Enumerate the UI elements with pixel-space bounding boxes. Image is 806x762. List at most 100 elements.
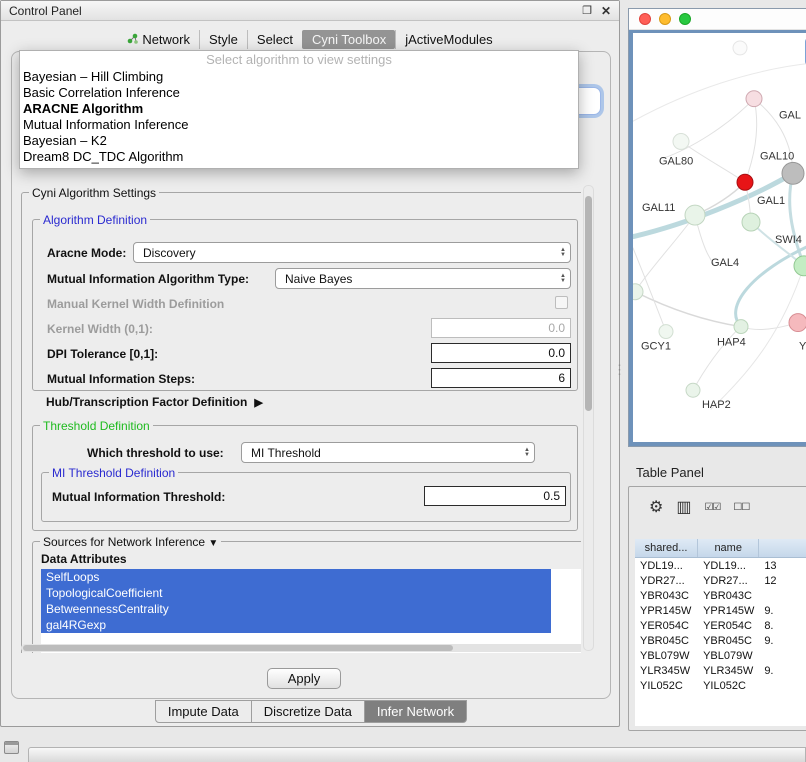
table-cell: YDL19...: [698, 560, 759, 572]
table-cell: 9.: [759, 605, 806, 617]
algorithm-option[interactable]: Basic Correlation Inference: [20, 85, 578, 101]
cyni-algorithm-settings-group: Cyni Algorithm Settings Algorithm Defini…: [21, 192, 581, 653]
attribute-item[interactable]: SelfLoops: [41, 569, 551, 585]
attribute-item[interactable]: gal4RGexp: [41, 617, 551, 633]
aracne-mode-label: Aracne Mode:: [47, 246, 126, 260]
network-edge[interactable]: [663, 99, 754, 159]
tab-label: Select: [257, 32, 293, 47]
threshold-definition-title: Threshold Definition: [40, 419, 153, 433]
bottom-tab-infer-network[interactable]: Infer Network: [365, 700, 467, 723]
network-node[interactable]: [685, 205, 705, 225]
table-row[interactable]: YBR043CYBR043C: [635, 588, 806, 603]
columns-icon[interactable]: ▥: [676, 500, 691, 516]
tab-label: Style: [209, 32, 238, 47]
mi-threshold-label: Mutual Information Threshold:: [52, 490, 225, 504]
table-row[interactable]: YDR27...YDR27...12: [635, 573, 806, 588]
network-node[interactable]: [782, 162, 804, 184]
table-row[interactable]: YER054CYER054C8.: [635, 618, 806, 633]
network-node[interactable]: [789, 314, 806, 332]
select-columns-icon[interactable]: ☑☑: [704, 500, 720, 516]
network-node[interactable]: [742, 213, 760, 231]
network-node-label: Y: [799, 340, 806, 352]
network-node[interactable]: [686, 383, 700, 397]
network-canvas[interactable]: GALGAL80GAL10GAL11GAL1SWI4GAL4GCY1HAP4YH…: [633, 33, 806, 442]
table-cell: YLR345W: [698, 665, 759, 677]
column-header[interactable]: [759, 539, 806, 557]
bottom-tab-discretize-data[interactable]: Discretize Data: [252, 700, 365, 723]
which-threshold-select[interactable]: MI Threshold ▲▼: [241, 442, 535, 463]
mi-steps-input[interactable]: 6: [431, 368, 571, 388]
grid-icon[interactable]: [4, 741, 19, 754]
algorithm-option[interactable]: Mutual Information Inference: [20, 117, 578, 133]
network-node-label: GCY1: [641, 340, 671, 352]
mi-threshold-input[interactable]: 0.5: [424, 486, 566, 506]
table-cell: YBL079W: [698, 650, 759, 662]
network-node[interactable]: [633, 284, 643, 300]
network-node-label: GAL1: [757, 195, 785, 207]
hub-section-toggle[interactable]: Hub/Transcription Factor Definition ▶: [46, 395, 263, 409]
network-node[interactable]: [659, 325, 673, 339]
kernel-width-input[interactable]: 0.0: [431, 318, 571, 338]
algorithm-option[interactable]: Dream8 DC_TDC Algorithm: [20, 149, 578, 165]
close-icon[interactable]: ✕: [601, 4, 611, 18]
control-panel-title: Control Panel: [9, 4, 82, 18]
settings-vertical-scrollbar[interactable]: [583, 185, 594, 651]
table-row[interactable]: YBR045CYBR045C9.: [635, 633, 806, 648]
node-table: shared...name YDL19...YDL19...13YDR27...…: [635, 539, 806, 726]
which-threshold-value: MI Threshold: [251, 446, 520, 460]
table-row[interactable]: YLR345WYLR345W9.: [635, 663, 806, 678]
bottom-tab-impute-data[interactable]: Impute Data: [155, 700, 252, 723]
algorithm-definition-group: Algorithm Definition Aracne Mode: Discov…: [32, 219, 578, 391]
network-edge[interactable]: [745, 99, 757, 183]
manual-kernel-checkbox[interactable]: [555, 296, 568, 309]
network-node-label: HAP2: [702, 399, 731, 411]
mi-type-select[interactable]: Naive Bayes ▲▼: [275, 268, 571, 289]
network-node[interactable]: [673, 134, 689, 150]
tab-network[interactable]: Network: [118, 30, 199, 49]
close-traffic-light-icon[interactable]: [639, 13, 651, 25]
tab-jactivemodules[interactable]: jActiveModules: [395, 30, 501, 49]
apply-button[interactable]: Apply: [267, 668, 341, 689]
network-node[interactable]: [746, 91, 762, 107]
network-node[interactable]: [733, 41, 747, 55]
hub-section-label: Hub/Transcription Factor Definition: [46, 395, 247, 409]
gear-icon[interactable]: ⚙: [649, 500, 663, 516]
network-node[interactable]: [734, 320, 748, 334]
aracne-mode-select[interactable]: Discovery ▲▼: [133, 242, 571, 263]
collapse-down-icon[interactable]: ▼: [208, 538, 218, 549]
table-cell: 9.: [759, 635, 806, 647]
dpi-tolerance-input[interactable]: 0.0: [431, 343, 571, 363]
network-frame-border: GALGAL80GAL10GAL11GAL1SWI4GAL4GCY1HAP4YH…: [629, 30, 806, 446]
tab-cyni-toolbox[interactable]: Cyni Toolbox: [302, 30, 395, 49]
tab-select[interactable]: Select: [247, 30, 302, 49]
control-panel-tabs: Network Style Select Cyni Toolbox jActiveMod…: [1, 30, 619, 49]
settings-horizontal-scrollbar[interactable]: [21, 644, 581, 652]
threshold-definition-group: Threshold Definition Which threshold to …: [32, 425, 578, 531]
table-row[interactable]: YPR145WYPR145W9.: [635, 603, 806, 618]
tab-style[interactable]: Style: [199, 30, 247, 49]
network-edge[interactable]: [635, 292, 741, 327]
column-header[interactable]: name: [698, 539, 759, 557]
tab-label: Cyni Toolbox: [312, 32, 386, 47]
table-row[interactable]: YBL079WYBL079W: [635, 648, 806, 663]
minimize-traffic-light-icon[interactable]: [659, 13, 671, 25]
network-node[interactable]: [737, 174, 753, 190]
control-panel-window: Control Panel ❐ ✕ Network Style Select Cyni…: [0, 0, 620, 727]
zoom-traffic-light-icon[interactable]: [679, 13, 691, 25]
table-cell: YBR045C: [635, 635, 698, 647]
table-row[interactable]: YDL19...YDL19...13: [635, 558, 806, 573]
mi-threshold-definition-group: MI Threshold Definition Mutual Informati…: [41, 472, 571, 522]
algorithm-option[interactable]: Bayesian – K2: [20, 133, 578, 149]
attribute-item[interactable]: TopologicalCoefficient: [41, 585, 551, 601]
table-row[interactable]: YIL052CYIL052C: [635, 678, 806, 693]
attribute-item[interactable]: BetweennessCentrality: [41, 601, 551, 617]
clear-columns-icon[interactable]: ☐☐: [733, 500, 749, 516]
algorithm-option[interactable]: ARACNE Algorithm: [20, 101, 578, 117]
column-header[interactable]: shared...: [635, 539, 698, 557]
group-title: Cyni Algorithm Settings: [29, 186, 159, 200]
panel-resize-handle[interactable]: ⋮: [613, 362, 626, 378]
algorithm-option[interactable]: Bayesian – Hill Climbing: [20, 69, 578, 85]
float-window-icon[interactable]: ❐: [582, 4, 592, 18]
table-cell: YIL052C: [635, 680, 698, 692]
table-cell: 12: [759, 575, 806, 587]
